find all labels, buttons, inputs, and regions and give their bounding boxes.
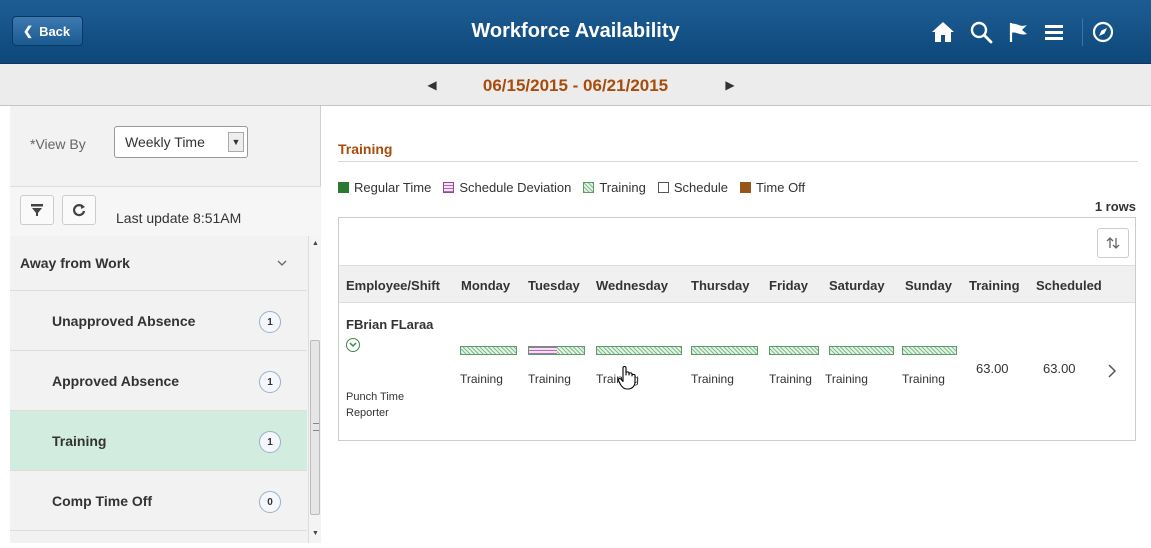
employee-name: FBrian FLaraa (346, 317, 434, 332)
sort-button[interactable] (1097, 228, 1129, 258)
dropdown-arrow-icon: ▼ (228, 132, 244, 152)
filter-toolbar: Last update 8:51AM (10, 186, 321, 236)
training-bar-sunday (902, 346, 957, 355)
column-header[interactable]: Wednesday (596, 278, 668, 293)
rows-count: 1 rows (1094, 199, 1136, 214)
scheduled-hours: 63.00 (1043, 361, 1076, 376)
refresh-icon (72, 204, 86, 217)
column-header[interactable]: Employee/Shift (346, 278, 440, 293)
nav-item-label: Training (52, 432, 107, 449)
count-badge: 1 (259, 371, 281, 393)
column-header[interactable]: Scheduled (1036, 278, 1102, 293)
training-bar-friday (769, 346, 819, 355)
column-header[interactable]: Saturday (829, 278, 885, 293)
chevron-down-icon (277, 260, 287, 266)
day-label-tuesday: Training (528, 372, 571, 386)
count-badge: 1 (259, 311, 281, 333)
nav-item-approved-absence[interactable]: Approved Absence 1 (10, 351, 307, 411)
grid-toolbar (339, 218, 1135, 266)
section-title: Training (338, 141, 393, 157)
sort-icon (1106, 237, 1120, 249)
top-bar: ❮ Back Workforce Availability (0, 0, 1151, 64)
day-label-monday: Training (460, 372, 503, 386)
training-bar-thursday (691, 346, 758, 355)
availability-grid: Employee/Shift Monday Tuesday Wednesday … (338, 217, 1136, 441)
nav-item-label: Comp Time Off (52, 492, 153, 509)
legend-label: Time Off (756, 180, 806, 195)
legend: Regular Time Schedule Deviation Training… (338, 180, 817, 195)
column-header[interactable]: Monday (461, 278, 510, 293)
legend-label: Schedule (673, 180, 729, 195)
filter-button[interactable] (20, 195, 54, 225)
divider (338, 161, 1138, 162)
training-bar-wednesday (596, 346, 682, 355)
legend-swatch (583, 182, 595, 193)
column-header[interactable]: Tuesday (528, 278, 580, 293)
legend-item-schedule-deviation: Schedule Deviation (443, 180, 571, 195)
compass-icon[interactable] (1082, 18, 1122, 46)
nav-item-unapproved-absence[interactable]: Unapproved Absence 1 (10, 291, 307, 351)
day-label-wednesday: Training (596, 372, 639, 386)
flag-icon[interactable] (1004, 18, 1032, 46)
legend-label: Regular Time (354, 180, 432, 195)
nav-item-training[interactable]: Training 1 (10, 411, 307, 471)
category-list: Away from Work Unapproved Absence 1 Appr… (10, 236, 307, 543)
legend-label: Training (599, 180, 646, 195)
menu-icon[interactable] (1040, 18, 1068, 46)
column-header[interactable]: Sunday (905, 278, 952, 293)
scroll-up-arrow-icon[interactable]: ▲ (311, 239, 320, 248)
day-label-thursday: Training (691, 372, 734, 386)
day-label-saturday: Training (825, 372, 868, 386)
view-by-select[interactable]: Weekly Time ▼ (114, 126, 248, 158)
search-icon[interactable] (967, 18, 995, 46)
scroll-down-arrow-icon[interactable]: ▼ (311, 529, 320, 538)
last-update-text: Last update 8:51AM (116, 210, 242, 226)
column-header[interactable]: Training (969, 278, 1020, 293)
column-header[interactable]: Thursday (691, 278, 750, 293)
group-heading-label: Away from Work (20, 255, 130, 271)
date-range: 06/15/2015 - 06/21/2015 (482, 76, 669, 95)
count-badge: 0 (259, 491, 281, 513)
group-heading-away-from-work[interactable]: Away from Work (10, 236, 307, 291)
list-scrollbar[interactable]: ▲ ▼ (308, 236, 321, 543)
legend-item-training: Training (583, 180, 646, 195)
view-by-label: *View By (30, 136, 86, 152)
left-panel: *View By Weekly Time ▼ Last update 8:51A… (10, 106, 321, 543)
view-by-value: Weekly Time (125, 134, 205, 150)
day-label-sunday: Training (902, 372, 945, 386)
filter-icon (31, 204, 43, 216)
training-bar-tuesday (528, 346, 585, 355)
scrollbar-thumb[interactable] (310, 340, 320, 515)
grip-icon (313, 423, 319, 431)
home-icon[interactable] (929, 18, 957, 46)
count-badge: 1 (259, 431, 281, 453)
training-bar-saturday (829, 346, 894, 355)
refresh-button[interactable] (62, 195, 96, 225)
legend-swatch (740, 182, 752, 193)
expand-icon[interactable] (346, 338, 360, 352)
nav-item-label: Approved Absence (52, 372, 180, 389)
training-bar-monday (460, 346, 517, 355)
column-header[interactable]: Friday (769, 278, 808, 293)
legend-label: Schedule Deviation (459, 180, 572, 195)
legend-swatch (338, 182, 349, 193)
legend-swatch (657, 182, 669, 193)
nav-item-comp-time-off[interactable]: Comp Time Off 0 (10, 471, 307, 531)
employee-role: Punch Time Reporter (346, 391, 405, 419)
next-week-arrow-icon[interactable]: ▶ (723, 76, 737, 94)
training-hours: 63.00 (976, 361, 1009, 376)
table-row[interactable]: FBrian FLaraa Punch Time Reporter Traini… (339, 303, 1135, 440)
legend-item-time-off: Time Off (740, 180, 805, 195)
nav-item-label: Unapproved Absence (52, 312, 196, 329)
legend-swatch (443, 182, 455, 193)
day-label-friday: Training (769, 372, 812, 386)
date-navigation-bar: ◀ 06/15/2015 - 06/21/2015 ▶ (0, 64, 1151, 106)
schedule-deviation-segment (529, 347, 557, 354)
grid-header-row: Employee/Shift Monday Tuesday Wednesday … (339, 266, 1135, 303)
legend-item-schedule: Schedule (657, 180, 729, 195)
legend-item-regular-time: Regular Time (338, 180, 431, 195)
chevron-right-icon[interactable] (1107, 364, 1117, 378)
